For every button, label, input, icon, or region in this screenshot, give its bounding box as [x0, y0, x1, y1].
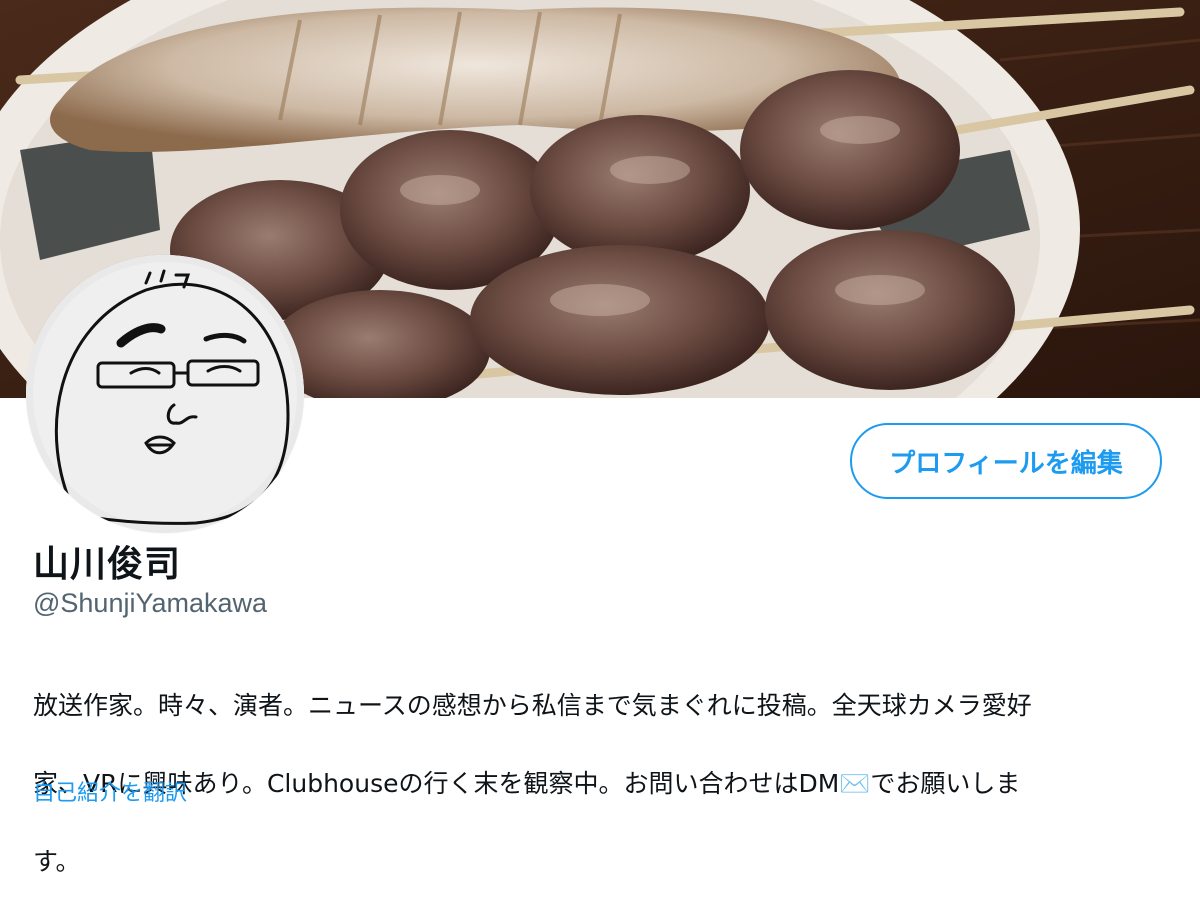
profile-avatar[interactable] — [26, 255, 304, 533]
user-handle: @ShunjiYamakawa — [33, 588, 268, 618]
bio-text: 放送作家。時々、演者。ニュースの感想から私信まで気まぐれに投稿。全天球カメラ愛好… — [33, 647, 1153, 920]
translate-bio-link[interactable]: 自己紹介を翻訳 — [33, 775, 187, 807]
bio-line: 放送作家。時々、演者。ニュースの感想から私信まで気まぐれに投稿。全天球カメラ愛好 — [33, 691, 1032, 720]
edit-profile-button[interactable]: プロフィールを編集 — [850, 423, 1162, 499]
bio-line: す。 — [33, 847, 81, 876]
display-name: 山川俊司 — [33, 544, 182, 585]
bio-line: 家、VRに興味あり。Clubhouseの行く末を観察中。お問い合わせはDM✉️で… — [33, 769, 1021, 798]
avatar-image — [26, 255, 304, 533]
